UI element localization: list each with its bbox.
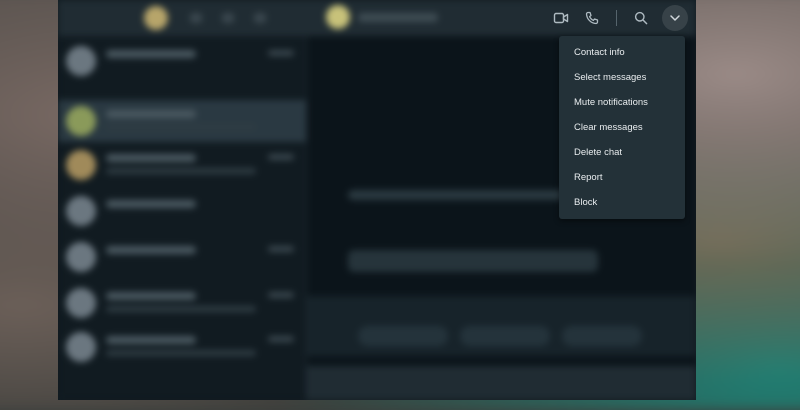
- chat-name: [106, 292, 196, 300]
- chat-time: [268, 154, 294, 160]
- avatar: [66, 150, 96, 180]
- chat-list: [58, 36, 307, 400]
- list-item[interactable]: [58, 282, 306, 324]
- profile-avatar[interactable]: [144, 6, 168, 30]
- search-button[interactable]: [628, 5, 654, 31]
- menu-item-select-messages[interactable]: Select messages: [559, 65, 685, 90]
- chat-name: [106, 154, 196, 162]
- new-chat-icon[interactable]: [254, 13, 266, 23]
- list-item[interactable]: [58, 144, 306, 186]
- menu-item-report[interactable]: Report: [559, 165, 685, 190]
- chat-preview: [106, 168, 256, 174]
- list-item[interactable]: [58, 190, 306, 232]
- message-composer[interactable]: [307, 366, 696, 400]
- chat-time: [268, 50, 294, 56]
- avatar: [66, 242, 96, 272]
- list-item[interactable]: [58, 40, 306, 82]
- menu-item-block[interactable]: Block: [559, 190, 685, 215]
- video-call-button[interactable]: [548, 5, 574, 31]
- chat-name: [106, 336, 196, 344]
- panel-button[interactable]: [460, 326, 550, 346]
- chat-time: [268, 246, 294, 252]
- chat-preview: [106, 306, 256, 312]
- avatar: [66, 332, 96, 362]
- chat-preview: [106, 124, 256, 130]
- menu-item-clear-messages[interactable]: Clear messages: [559, 115, 685, 140]
- chat-name: [106, 200, 196, 208]
- chat-time: [268, 292, 294, 298]
- avatar: [66, 288, 96, 318]
- voice-call-icon: [585, 11, 599, 25]
- status-icon[interactable]: [222, 13, 234, 23]
- chat-preview: [106, 350, 256, 356]
- app-window: Contact info Select messages Mute notifi…: [58, 0, 696, 400]
- chevron-down-icon: [669, 9, 681, 27]
- list-item[interactable]: [58, 236, 306, 278]
- communities-icon[interactable]: [190, 13, 202, 23]
- system-notice: [348, 250, 598, 272]
- sidebar-footer: [58, 376, 306, 400]
- chat-name: [106, 50, 196, 58]
- search-icon: [634, 11, 648, 25]
- chat-name: [106, 246, 196, 254]
- list-item[interactable]: [58, 326, 306, 368]
- list-item[interactable]: [58, 100, 306, 142]
- panel-button[interactable]: [358, 326, 448, 346]
- header-divider: [616, 10, 617, 26]
- voice-call-button[interactable]: [579, 5, 605, 31]
- chat-time: [268, 336, 294, 342]
- menu-item-mute-notifications[interactable]: Mute notifications: [559, 90, 685, 115]
- menu-toggle-button[interactable]: [662, 5, 688, 31]
- contact-avatar[interactable]: [326, 5, 350, 29]
- chat-name: [106, 110, 196, 118]
- video-call-icon: [553, 11, 569, 25]
- menu-item-delete-chat[interactable]: Delete chat: [559, 140, 685, 165]
- chat-options-menu: Contact info Select messages Mute notifi…: [559, 36, 685, 219]
- menu-item-contact-info[interactable]: Contact info: [559, 40, 685, 65]
- avatar: [66, 46, 96, 76]
- contact-name[interactable]: [358, 13, 438, 22]
- panel-button[interactable]: [562, 326, 642, 346]
- avatar: [66, 196, 96, 226]
- avatar: [66, 106, 96, 136]
